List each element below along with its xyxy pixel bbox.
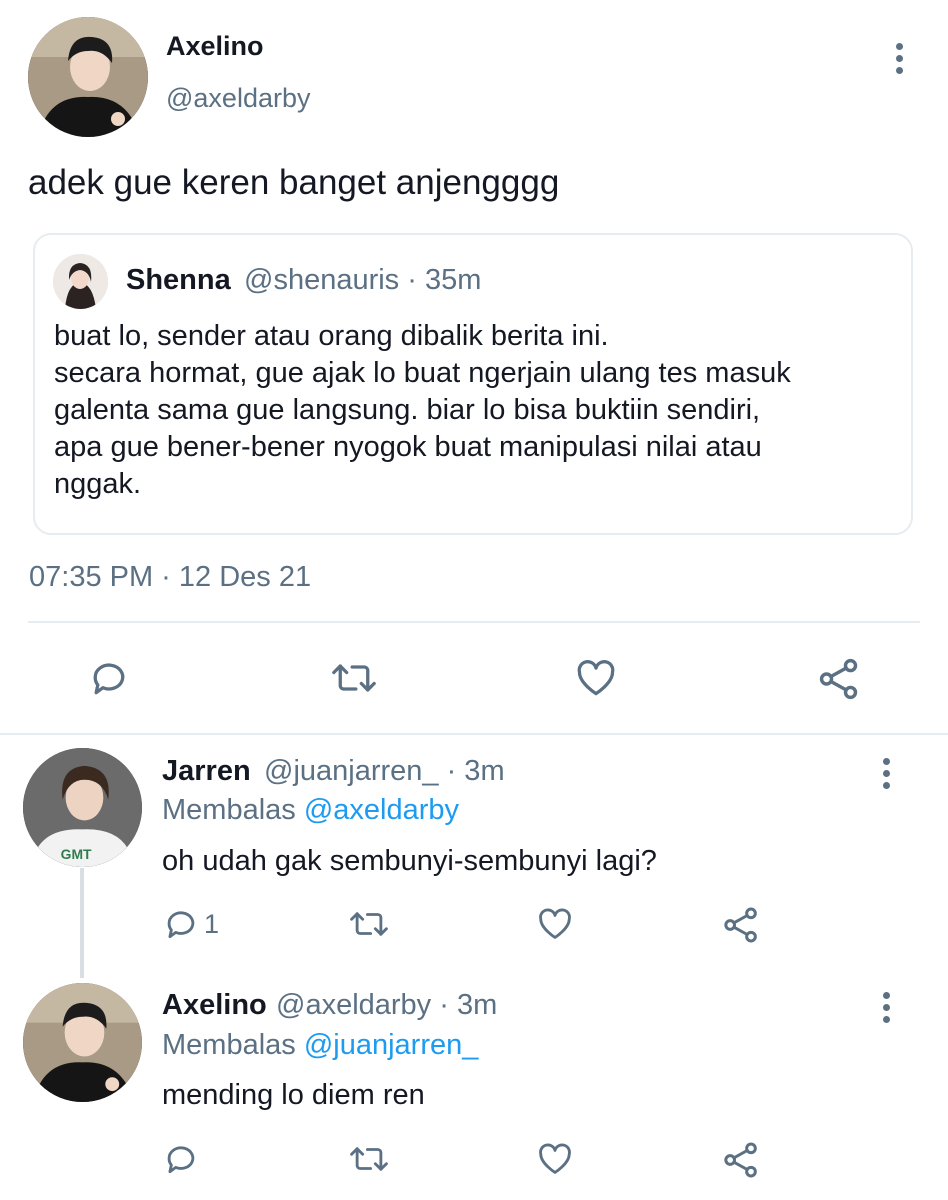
reply-icon[interactable] [87,656,131,700]
share-icon[interactable] [816,656,862,702]
display-name[interactable]: Axelino [162,989,267,1022]
quoted-text-line: secara hormat, gue ajak lo buat ngerjain… [54,357,791,389]
reply-icon[interactable] [162,905,200,943]
replying-to: Membalas @juanjarren_ [162,1029,478,1062]
quoted-text-line: buat lo, sender atau orang dibalik berit… [54,320,609,352]
avatar[interactable] [28,17,148,137]
handle[interactable]: @axeldarby [166,83,310,114]
reply-count: 1 [204,909,220,939]
reply-text: mending lo diem ren [162,1079,425,1111]
tweet-text: adek gue keren banget anjengggg [28,163,560,202]
replying-prefix: Membalas [162,1029,296,1061]
display-name[interactable]: Jarren [162,755,251,788]
avatar[interactable] [53,254,108,309]
handle-time[interactable]: @juanjarren_ · 3m [264,755,505,788]
reply-text: oh udah gak sembunyi-sembunyi lagi? [162,845,657,877]
quoted-handle-time[interactable]: @shenauris · 35m [244,264,481,297]
section-divider [0,733,948,735]
more-vertical-icon[interactable] [892,43,906,74]
quoted-text-line: apa gue bener-bener nyogok buat manipula… [54,431,762,463]
share-icon[interactable] [721,905,761,945]
retweet-icon[interactable] [330,656,378,700]
replying-to-link[interactable]: @axeldarby [304,794,459,826]
replying-prefix: Membalas [162,794,296,826]
display-name[interactable]: Axelino [166,31,264,62]
svg-text:GMT: GMT [61,846,92,862]
retweet-icon[interactable] [348,905,390,943]
avatar[interactable]: GMT [23,748,142,867]
quoted-text-line: nggak. [54,468,142,500]
quoted-text: buat lo, sender atau orang dibalik berit… [54,318,791,503]
quoted-text-line: galenta sama gue langsung. biar lo bisa … [54,394,761,426]
divider [28,621,920,623]
handle-time[interactable]: @axeldarby · 3m [276,989,497,1022]
like-icon[interactable] [573,656,619,700]
more-vertical-icon[interactable] [879,992,893,1023]
replying-to: Membalas @axeldarby [162,794,459,827]
thread-line [80,868,84,978]
tweet-timestamp[interactable]: 07:35 PM · 12 Des 21 [29,561,311,594]
like-icon[interactable] [535,1140,575,1178]
retweet-icon[interactable] [348,1140,390,1178]
like-icon[interactable] [535,905,575,943]
share-icon[interactable] [721,1140,761,1180]
more-vertical-icon[interactable] [879,758,893,789]
replying-to-link[interactable]: @juanjarren_ [304,1029,479,1061]
quoted-display-name[interactable]: Shenna [126,264,231,297]
reply-icon[interactable] [162,1140,200,1178]
avatar[interactable] [23,983,142,1102]
